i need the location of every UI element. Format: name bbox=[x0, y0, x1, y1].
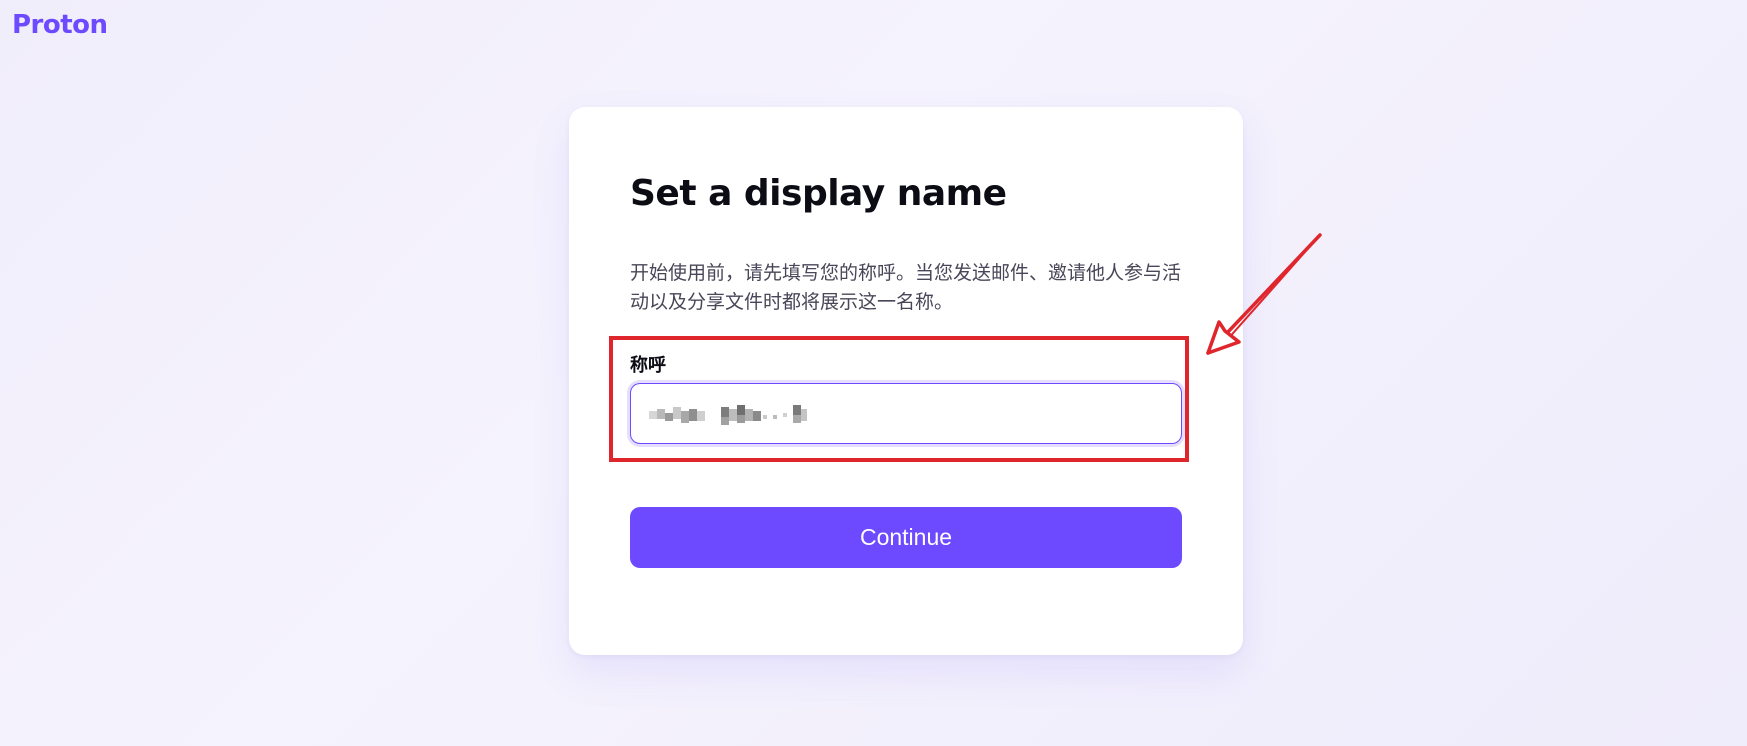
page-title: Set a display name bbox=[630, 173, 1007, 214]
proton-logo[interactable]: Proton bbox=[12, 6, 108, 44]
display-name-label: 称呼 bbox=[630, 355, 666, 375]
annotation-arrow-icon bbox=[1206, 233, 1322, 355]
display-name-input[interactable] bbox=[630, 383, 1182, 444]
brand-name: Proton bbox=[12, 10, 108, 40]
continue-button[interactable]: Continue bbox=[630, 507, 1182, 568]
display-name-card: Set a display name 开始使用前，请先填写您的称呼。当您发送邮件… bbox=[569, 107, 1243, 655]
description-text: 开始使用前，请先填写您的称呼。当您发送邮件、邀请他人参与活动以及分享文件时都将展… bbox=[630, 263, 1182, 313]
